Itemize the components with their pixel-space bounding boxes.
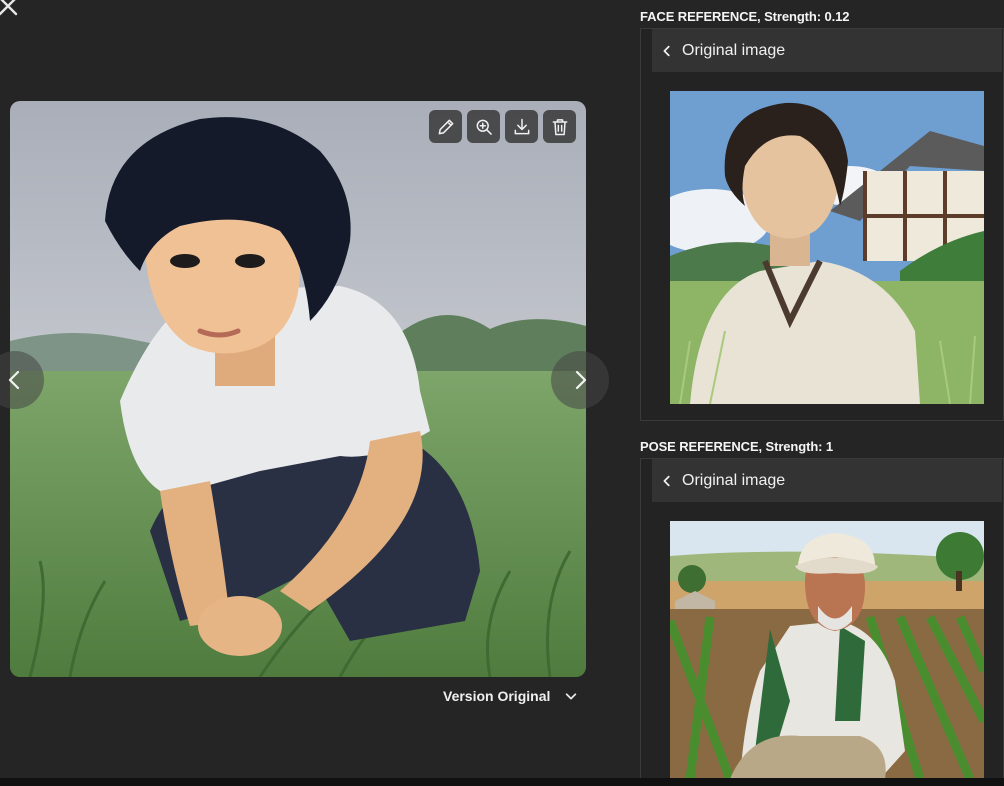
pose-reference-header[interactable]: Original image [652, 459, 1002, 502]
face-reference-header-label: Original image [682, 41, 786, 59]
trash-icon [552, 118, 567, 135]
chevron-right-icon [575, 370, 587, 390]
bottom-bar [0, 778, 1004, 786]
pose-reference-title: POSE REFERENCE, Strength: 1 [640, 439, 834, 454]
delete-button[interactable] [543, 110, 576, 143]
image-toolbar [429, 110, 576, 143]
edit-button[interactable] [429, 110, 462, 143]
download-button[interactable] [505, 110, 538, 143]
face-reference-header[interactable]: Original image [652, 29, 1002, 72]
pose-reference-illustration [670, 521, 984, 779]
face-reference-panel: Original image [640, 28, 1004, 421]
zoom-in-icon [476, 119, 492, 135]
chevron-left-icon [663, 475, 670, 486]
face-reference-title: FACE REFERENCE, Strength: 0.12 [640, 9, 850, 24]
generated-image-illustration [10, 101, 586, 677]
version-dropdown[interactable]: Version Original [443, 688, 578, 704]
zoom-button[interactable] [467, 110, 500, 143]
chevron-left-icon [663, 45, 670, 56]
face-reference-illustration [670, 91, 984, 404]
pose-reference-image[interactable] [670, 521, 984, 779]
close-button[interactable] [0, 0, 22, 20]
generated-image[interactable] [10, 101, 586, 677]
pencil-icon [438, 119, 453, 134]
download-icon [514, 118, 529, 134]
next-image-button[interactable] [551, 351, 609, 409]
chevron-left-icon [8, 370, 20, 390]
version-label: Version Original [443, 688, 551, 704]
pose-reference-header-label: Original image [682, 471, 786, 489]
chevron-down-icon [566, 693, 577, 700]
close-icon [0, 0, 18, 16]
face-reference-image[interactable] [670, 91, 984, 404]
pose-reference-panel: Original image [640, 458, 1004, 786]
